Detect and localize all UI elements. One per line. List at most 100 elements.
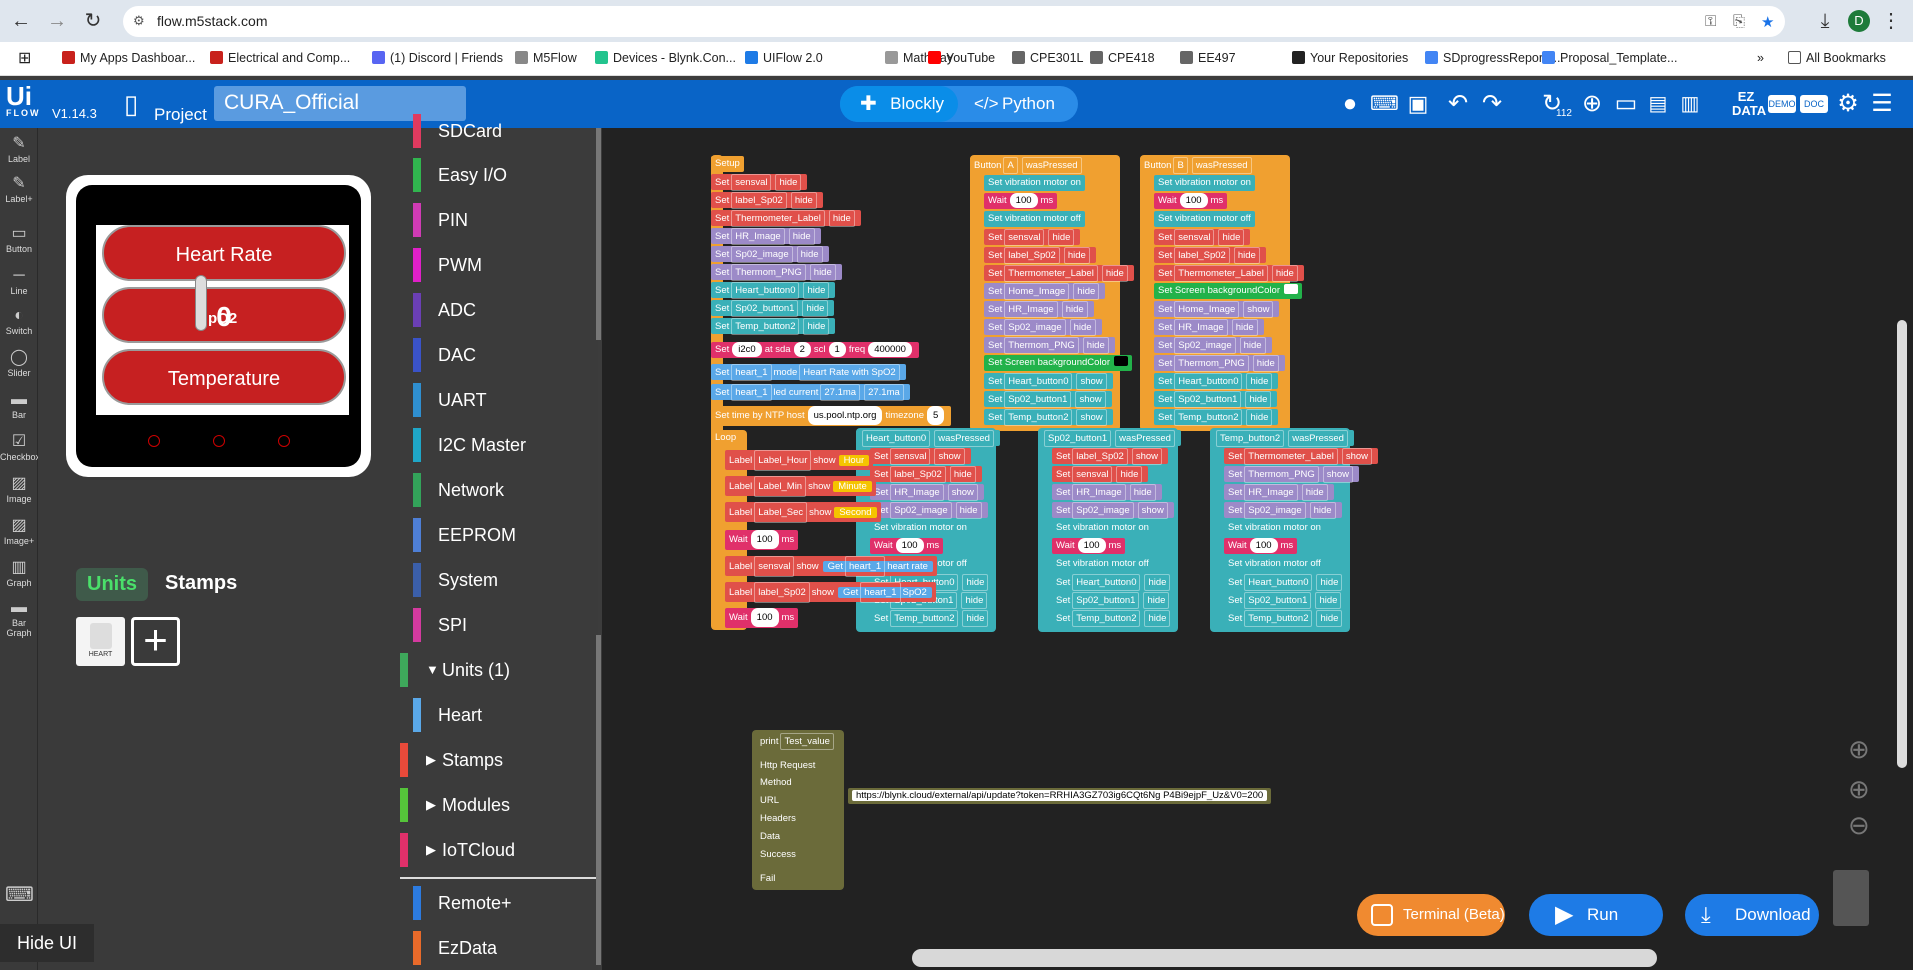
setup-row[interactable]: Set sensval hide <box>711 174 808 191</box>
bookmark-item[interactable]: (1) Discord | Friends <box>372 51 503 65</box>
heart-led-block[interactable]: Set heart_1 led current 27.1ma 27.1ma <box>711 384 910 401</box>
project-label[interactable]: Project <box>154 105 207 125</box>
terminal-button[interactable]: Terminal (Beta) <box>1357 894 1505 936</box>
btnB-event-header[interactable]: Button BwasPressed <box>1140 157 1258 174</box>
statement-block[interactable]: SetSp02_button1hide <box>1052 592 1176 609</box>
category-eeprom[interactable]: EEPROM <box>400 518 590 552</box>
statement-block[interactable]: Set Screen backgroundColor <box>1154 283 1302 299</box>
setup-row[interactable]: Set Temp_button2 hide <box>711 318 836 335</box>
tool-image-[interactable]: ▨ Image+ <box>0 516 38 546</box>
statement-block[interactable]: Set Temp_button2 show <box>984 409 1113 426</box>
statement-block[interactable]: Set Sp02_button1 show <box>984 391 1112 408</box>
statement-block[interactable]: Set vibration motor on <box>984 175 1085 191</box>
bookmark-item[interactable]: CPE418 <box>1090 51 1155 65</box>
statement-block[interactable]: Set Temp_button2 hide <box>1052 610 1177 627</box>
category-dac[interactable]: DAC <box>400 338 590 372</box>
tab-python[interactable]: </> Python <box>964 86 1074 122</box>
sb-event-header[interactable]: Sp02_button1 wasPressed <box>1038 430 1181 447</box>
color-swatch[interactable] <box>1284 284 1298 294</box>
statement-block[interactable]: Set label_Sp02 hide <box>984 247 1096 264</box>
tool-graph[interactable]: ▥ Graph <box>0 558 38 588</box>
statement-block[interactable]: Set HR_Image hide <box>1154 319 1264 336</box>
heart-unit-card[interactable]: HEART <box>76 617 125 666</box>
mode-toggle[interactable]: ✚ Blockly </> Python <box>840 86 1078 122</box>
statement-block[interactable]: Set Thermom_PNG hide <box>984 337 1115 354</box>
wait-block[interactable]: Wait 100 ms <box>1154 193 1228 209</box>
setup-row[interactable]: Set Sp02_button1 hide <box>711 300 835 317</box>
password-key-icon[interactable]: ⚿ <box>1705 13 1716 30</box>
open-folder-icon[interactable]: ▭ <box>1612 90 1640 118</box>
bookmark-item[interactable]: CPE301L <box>1012 51 1084 65</box>
tool-checkbox[interactable]: ☑ Checkbox <box>0 432 40 462</box>
get-block[interactable]: Get heart_1 heart rate <box>822 556 933 577</box>
setup-row[interactable]: Set Sp02_image hide <box>711 246 829 263</box>
statement-block[interactable]: Set vibration motor off <box>1154 211 1255 227</box>
recenter-icon[interactable]: ⊕ <box>1848 734 1870 765</box>
more-bookmarks-icon[interactable]: » <box>1757 51 1764 65</box>
statement-block[interactable]: Set label_Sp02 hide <box>870 466 982 483</box>
zoom-out-icon[interactable]: ⊖ <box>1848 810 1870 841</box>
hide-ui-button[interactable]: Hide UI <box>0 924 94 962</box>
category-iotcloud[interactable]: ▶ IoTCloud <box>400 833 590 867</box>
category-remote-[interactable]: Remote+ <box>400 886 590 920</box>
setup-row[interactable]: Set Thermometer_Label hide <box>711 210 861 227</box>
statement-block[interactable]: Set vibration motor off <box>1224 556 1325 572</box>
get-block[interactable]: Get heart_1 SpO2 <box>837 582 932 603</box>
category-spi[interactable]: SPI <box>400 608 590 642</box>
doc-icon[interactable]: DOC <box>1800 95 1828 113</box>
reload-icon[interactable]: ↻ <box>80 8 106 34</box>
tool-image[interactable]: ▨ Image <box>0 474 38 504</box>
save-icon[interactable]: ▤ <box>1644 90 1672 118</box>
demo-icon[interactable]: DEMO <box>1768 95 1796 113</box>
category-uart[interactable]: UART <box>400 383 590 417</box>
tool-button[interactable]: ▭ Button <box>0 224 38 254</box>
statement-block[interactable]: Set vibration motor on <box>1154 175 1255 191</box>
tab-blockly[interactable]: ✚ Blockly <box>840 86 958 122</box>
sb-stack[interactable]: Sp02_button1 wasPressed Set label_Sp02 show S… <box>1038 428 1181 632</box>
category-scrollbar-lower[interactable] <box>596 635 601 965</box>
statement-block[interactable]: Set Thermometer_Label hide <box>984 265 1134 282</box>
lcd-canvas[interactable]: Heart Rate 0 pO2 Temperature <box>96 225 349 415</box>
keyboard-shortcut-icon[interactable]: ⌨ <box>5 882 34 907</box>
wait-block[interactable]: Wait 100 ms <box>870 538 944 554</box>
workspace-horizontal-scrollbar[interactable] <box>912 949 1657 967</box>
statement-block[interactable]: Set Thermometer_Label hide <box>1154 265 1304 282</box>
bookmark-item[interactable]: My Apps Dashboar... <box>62 51 195 65</box>
tab-stamps[interactable]: Stamps <box>165 572 237 595</box>
category-units-1-[interactable]: ▼ Units (1) <box>400 653 590 687</box>
statement-block[interactable]: Set Temp_button2 hide <box>870 610 995 627</box>
statement-block[interactable]: Set vibration motor off <box>1052 556 1153 572</box>
category-pin[interactable]: PIN <box>400 203 590 237</box>
trash-icon[interactable] <box>1833 870 1869 926</box>
undo-icon[interactable]: ↶ <box>1444 90 1472 118</box>
apps-grid-icon[interactable]: ⊞ <box>18 48 31 68</box>
statement-block[interactable]: SetSp02_button1hide <box>1154 391 1278 408</box>
blockly-workspace[interactable]: Button AwasPressed Set vibration motor on W… <box>602 128 1913 970</box>
statement-block[interactable]: Set vibration motor on <box>1052 520 1153 536</box>
statement-block[interactable]: Set Thermometer_Label show <box>1224 448 1378 465</box>
redo-icon[interactable]: ↷ <box>1478 90 1506 118</box>
tool-slider[interactable]: ◯ Slider <box>0 348 38 378</box>
site-info-icon[interactable]: ⚙ <box>133 13 145 29</box>
statement-block[interactable]: Set Sp02_image hide <box>1224 502 1342 519</box>
category-ezdata[interactable]: EzData <box>400 931 590 965</box>
wait-block[interactable]: Wait 100 ms <box>984 193 1058 209</box>
wait-block[interactable]: Wait 100 ms <box>1224 538 1298 554</box>
print-block[interactable]: print Test_value <box>756 733 840 750</box>
tab-units[interactable]: Units <box>76 568 148 601</box>
statement-block[interactable]: Set Sp02_image hide <box>984 319 1102 336</box>
category-sdcard[interactable]: SDCard <box>400 114 590 148</box>
bookmark-item[interactable]: Your Repositories <box>1292 51 1408 65</box>
loop-label-block[interactable]: Label Label_Sec show Second <box>725 502 881 523</box>
color-swatch[interactable] <box>1114 356 1128 366</box>
setup-row[interactable]: Set HR_Image hide <box>711 228 821 245</box>
user-icon[interactable]: ● <box>1336 90 1364 118</box>
new-file-icon[interactable]: ⊕ <box>1578 90 1606 118</box>
lcd-heart-rate-button[interactable]: Heart Rate <box>102 225 346 281</box>
statement-block[interactable]: Set Screen backgroundColor <box>984 355 1132 371</box>
statement-block[interactable]: Set Home_Image show <box>1154 301 1280 318</box>
statement-block[interactable]: SetHeart_button0hide <box>1224 574 1349 591</box>
statement-block[interactable]: Set sensval hide <box>1052 466 1149 483</box>
tb-stack[interactable]: Temp_button2 wasPressed Set Thermometer_Lab… <box>1210 428 1378 632</box>
bookmark-item[interactable]: EE497 <box>1180 51 1236 65</box>
